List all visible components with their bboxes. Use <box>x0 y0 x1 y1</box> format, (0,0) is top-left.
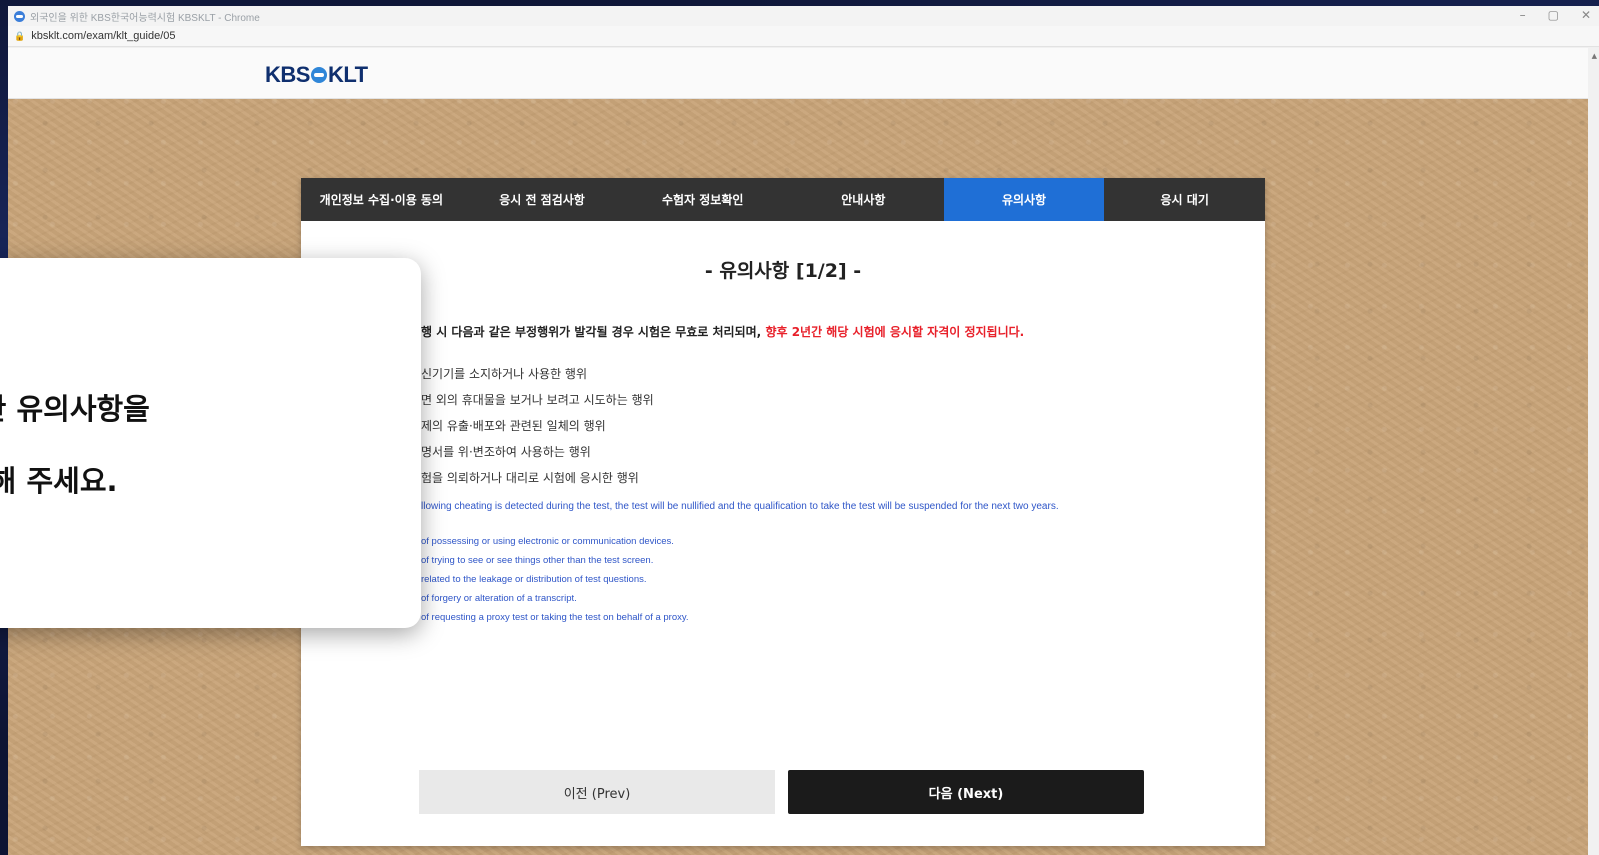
window-title: 외국인을 위한 KBS한국어능력시험 KBSKLT - Chrome <box>30 12 260 24</box>
page-title: - 유의사항 [1/2] - <box>704 260 862 282</box>
guide-card: 개인정보 수집·이용 동의 응시 전 점검사항 수험자 정보확인 안내사항 유의… <box>301 178 1265 846</box>
step-tabs: 개인정보 수집·이용 동의 응시 전 점검사항 수험자 정보확인 안내사항 유의… <box>301 178 1265 221</box>
site-header: KBS KLT <box>8 48 1588 99</box>
url-text[interactable]: kbsklt.com/exam/klt_guide/05 <box>31 30 175 42</box>
overlay-caption-line-1: 관한 유의사항을 <box>0 392 150 426</box>
list-item: 면 외의 휴대물을 보거나 보려고 시도하는 행위 <box>421 393 654 407</box>
scrollbar[interactable]: ▲ <box>1588 48 1599 855</box>
korean-rules-list: 신기기를 소지하거나 사용한 행위 면 외의 휴대물을 보거나 보려고 시도하는… <box>421 361 654 491</box>
logo-text-kbs: KBS <box>265 62 310 87</box>
minimize-icon[interactable]: – <box>1520 8 1526 22</box>
tab-precautions[interactable]: 유의사항 <box>943 178 1105 221</box>
scroll-up-icon[interactable]: ▲ <box>1592 52 1597 60</box>
close-icon[interactable]: ✕ <box>1581 8 1591 22</box>
logo-dot-icon <box>310 67 327 83</box>
caption-overlay-card: 관한 유의사항을 인해 주세요. <box>0 258 421 628</box>
notice-english: llowing cheating is detected during the … <box>421 501 1059 512</box>
list-item: of requesting a proxy test or taking the… <box>421 612 689 623</box>
tab-guidance[interactable]: 안내사항 <box>783 178 944 221</box>
list-item: of forgery or alteration of a transcript… <box>421 593 577 604</box>
tab-examinee-info[interactable]: 수험자 정보확인 <box>622 178 783 221</box>
site-favicon-icon <box>14 10 25 22</box>
list-item: of trying to see or see things other tha… <box>421 555 654 566</box>
kbsklt-logo[interactable]: KBS KLT <box>265 62 368 88</box>
list-item: 험을 의뢰하거나 대리로 시험에 응시한 행위 <box>421 471 639 485</box>
notice-korean-text: 행 시 다음과 같은 부정행위가 발각될 경우 시험은 무효로 처리되며, <box>421 325 762 339</box>
window-controls: – ▢ ✕ <box>1520 8 1591 22</box>
english-rules-list: of possessing or using electronic or com… <box>421 532 689 627</box>
list-item: 신기기를 소지하거나 사용한 행위 <box>421 367 588 381</box>
prev-button[interactable]: 이전 (Prev) <box>419 770 775 814</box>
tab-pre-test-check[interactable]: 응시 전 점검사항 <box>462 178 623 221</box>
list-item: 명서를 위·변조하여 사용하는 행위 <box>421 445 591 459</box>
list-item: 제의 유출·배포와 관련된 일체의 행위 <box>421 419 606 433</box>
next-button[interactable]: 다음 (Next) <box>788 770 1144 814</box>
lock-icon: 🔒 <box>14 30 26 41</box>
notice-korean: 행 시 다음과 같은 부정행위가 발각될 경우 시험은 무효로 처리되며, 향후… <box>421 323 1024 340</box>
notice-korean-warning: 향후 2년간 해당 시험에 응시할 자격이 정지됩니다. <box>765 325 1025 339</box>
tab-privacy-consent[interactable]: 개인정보 수집·이용 동의 <box>301 178 462 221</box>
address-bar[interactable]: 🔒 kbsklt.com/exam/klt_guide/05 <box>8 26 1599 47</box>
list-item: related to the leakage or distribution o… <box>421 574 647 585</box>
title-bar: 외국인을 위한 KBS한국어능력시험 KBSKLT - Chrome – ▢ ✕ <box>8 6 1599 26</box>
overlay-caption-line-2: 인해 주세요. <box>0 464 118 498</box>
list-item: of possessing or using electronic or com… <box>421 536 674 547</box>
logo-text-klt: KLT <box>327 62 368 87</box>
tab-waiting[interactable]: 응시 대기 <box>1104 178 1265 221</box>
maximize-icon[interactable]: ▢ <box>1548 8 1559 22</box>
